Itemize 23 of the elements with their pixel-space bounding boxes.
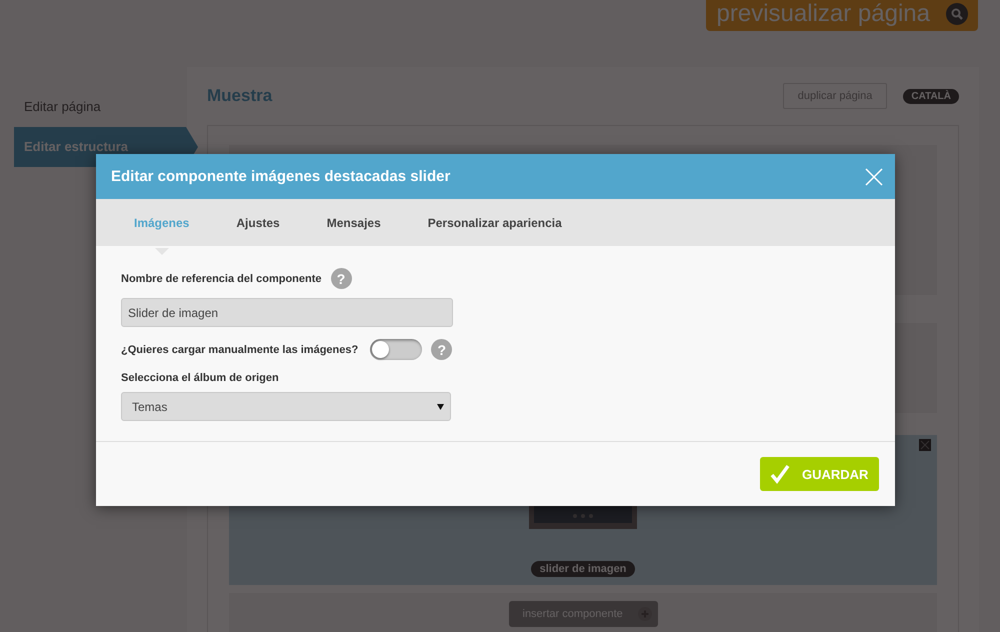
tab[interactable]: Ajustes — [236, 216, 280, 230]
help-icon[interactable]: ? — [330, 268, 352, 289]
tab[interactable]: Mensajes — [326, 216, 381, 230]
help-icon[interactable]: ? — [431, 339, 452, 360]
search-icon — [946, 2, 968, 24]
toggle-switch[interactable] — [370, 339, 422, 360]
preview-page-button[interactable]: previsualizar página — [706, 0, 978, 31]
field-label: Nombre de referencia del componente — [121, 272, 322, 284]
text-input-field[interactable]: Slider de imagen — [121, 298, 453, 327]
close-icon[interactable] — [919, 439, 931, 451]
field-label: Selecciona el álbum de origen — [121, 372, 279, 384]
caret-icon — [437, 404, 444, 410]
component-label: slider de imagen — [530, 561, 636, 577]
tab[interactable]: Imágenes — [134, 216, 190, 230]
modal-title: Editar componente imágenes destacadas slider — [111, 168, 450, 185]
language-badge[interactable]: CATALÀ — [903, 88, 959, 104]
tab[interactable]: Personalizar apariencia — [428, 216, 562, 230]
field-label: ¿Quieres cargar manualmente las imágenes? — [121, 344, 358, 356]
album-dropdown[interactable]: Temas — [121, 392, 451, 421]
checkmark-icon — [770, 464, 790, 484]
save-button[interactable]: GUARDAR — [760, 457, 879, 491]
sidebar-item[interactable]: Editar página — [14, 87, 186, 127]
page-title: Muestra — [207, 86, 274, 106]
